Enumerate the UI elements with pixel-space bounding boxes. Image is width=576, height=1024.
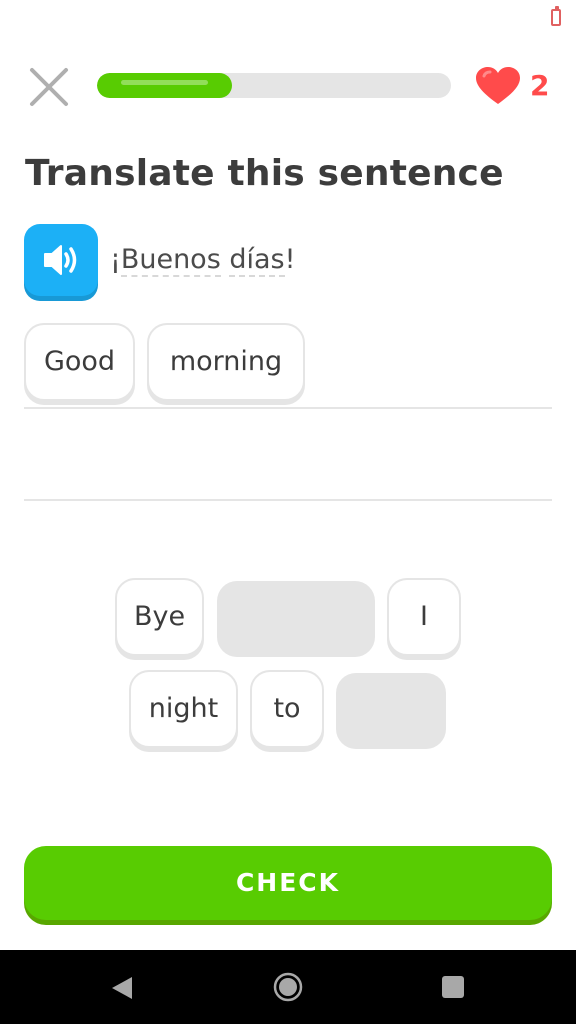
- hint-word-buenos[interactable]: Buenos: [120, 244, 221, 277]
- answer-line-1: [24, 407, 552, 409]
- answer-word-morning[interactable]: morning: [147, 323, 305, 401]
- sentence-prefix: ¡: [110, 244, 121, 275]
- close-icon: [30, 68, 68, 106]
- word-bank-i[interactable]: I: [387, 578, 461, 656]
- word-bank-empty-slot: [336, 673, 446, 749]
- answer-word-good[interactable]: Good: [24, 323, 135, 401]
- hint-word-dias[interactable]: días: [229, 244, 285, 277]
- word-bank-bye[interactable]: Bye: [115, 578, 204, 656]
- source-sentence: ¡Buenos días!: [110, 240, 295, 280]
- close-button[interactable]: [28, 66, 70, 108]
- progress-bar: [97, 73, 451, 98]
- page-title: Translate this sentence: [25, 153, 504, 194]
- back-icon[interactable]: [110, 975, 134, 1005]
- sentence-suffix: !: [284, 244, 296, 275]
- recents-icon[interactable]: [442, 976, 464, 998]
- answer-line-2: [24, 499, 552, 501]
- check-button-label: CHECK: [235, 868, 341, 897]
- word-bank-night[interactable]: night: [129, 670, 238, 748]
- progress-fill: [97, 73, 232, 98]
- battery-icon: [551, 6, 561, 26]
- speaker-icon: [44, 245, 77, 275]
- word-bank-empty-slot: [217, 581, 375, 657]
- play-audio-button[interactable]: [24, 224, 98, 296]
- progress-shine: [121, 80, 208, 85]
- heart-icon: [474, 66, 522, 106]
- word-bank-to[interactable]: to: [250, 670, 324, 748]
- check-button[interactable]: CHECK: [24, 846, 552, 920]
- hearts-count: 2: [530, 69, 550, 102]
- home-icon[interactable]: [273, 972, 303, 1006]
